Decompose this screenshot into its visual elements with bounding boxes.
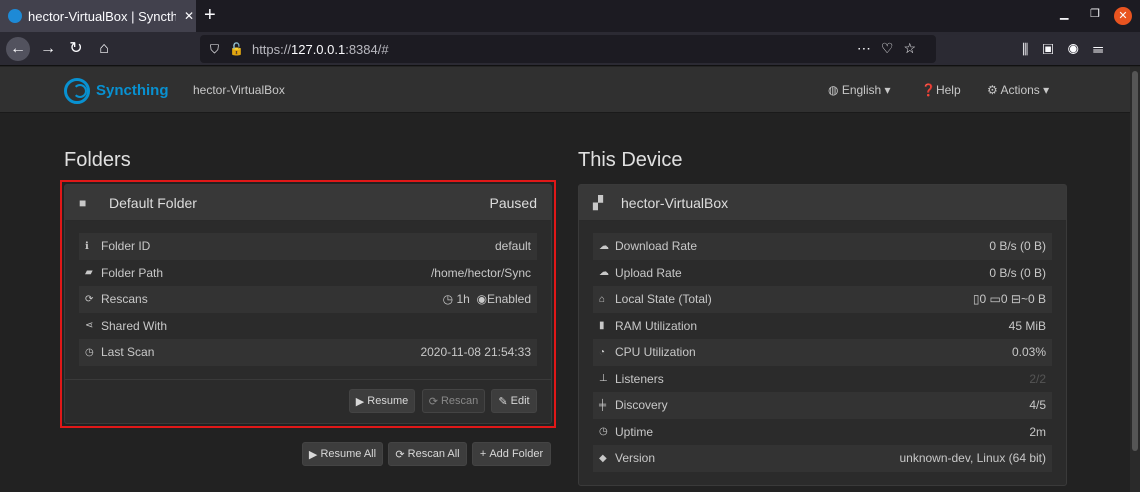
device-details: ☁ Download Rate 0 B/s (0 B) ☁ Upload Rat… <box>579 221 1066 472</box>
navbar-device-name: hector-VirtualBox <box>193 83 285 97</box>
help-menu[interactable]: ❓Help <box>921 83 961 97</box>
language-menu[interactable]: ◍ English ▾ <box>828 83 891 97</box>
back-icon[interactable]: ← <box>6 37 30 61</box>
tab-title: hector-VirtualBox | Syncthing <box>28 8 176 24</box>
sitemap-icon: ⊥ <box>599 373 608 385</box>
scrollbar-thumb[interactable] <box>1132 71 1138 451</box>
new-tab-button[interactable]: + <box>204 4 224 26</box>
folder-outline-icon: ▭ <box>989 292 1001 307</box>
tab-close-icon[interactable]: ✕ <box>184 9 194 23</box>
tag-icon: ◆ <box>599 452 607 464</box>
signpost-icon: ╪ <box>599 399 607 411</box>
url-text[interactable]: https://127.0.0.1:8384/# <box>252 42 389 57</box>
device-name: hector-VirtualBox <box>621 194 729 211</box>
folders-heading: Folders <box>64 149 131 171</box>
listeners-row: ⊥ Listeners 2/2 <box>599 371 1046 386</box>
resume-all-button[interactable]: ▶ Resume All <box>302 442 383 466</box>
memory-icon: ▮ <box>599 320 605 332</box>
reload-icon[interactable]: ↻ <box>64 37 88 61</box>
browser-tab[interactable]: hector-VirtualBox | Syncthing ✕ <box>0 0 196 32</box>
device-panel-header[interactable]: ▞ hector-VirtualBox <box>579 185 1066 221</box>
device-panel: ▞ hector-VirtualBox ☁ Download Rate 0 B/… <box>578 184 1067 486</box>
syncthing-brand[interactable]: Syncthing <box>96 82 169 99</box>
clock-icon: ◷ <box>599 426 608 438</box>
file-icon: ▯ <box>972 292 980 307</box>
forward-icon[interactable]: → <box>36 37 60 61</box>
uptime-row: ◷ Uptime 2m <box>599 424 1046 439</box>
ram-row: ▮ RAM Utilization 45 MiB <box>599 318 1046 333</box>
syncthing-favicon-icon <box>8 9 22 23</box>
local-state-row: ⌂ Local State (Total) ▯0 ▭0 ⊟~0 B <box>593 286 1052 313</box>
syncthing-page: Syncthing hector-VirtualBox ◍ English ▾ … <box>0 67 1130 492</box>
syncthing-navbar: Syncthing hector-VirtualBox ◍ English ▾ … <box>0 67 1130 113</box>
upload-rate-row: ☁ Upload Rate 0 B/s (0 B) <box>599 265 1046 280</box>
minimize-icon[interactable]: ▁ <box>1060 7 1068 20</box>
syncthing-logo-icon[interactable] <box>64 78 90 104</box>
device-identicon-icon: ▞ <box>593 194 603 210</box>
insecure-lock-icon[interactable]: 🔓 <box>229 42 244 56</box>
home-icon: ⌂ <box>599 293 606 305</box>
hdd-icon: ⊟ <box>1010 292 1021 307</box>
red-highlight-box <box>60 180 556 428</box>
url-bar[interactable]: ⛉ 🔓 https://127.0.0.1:8384/# ⋯♡☆ <box>200 35 936 63</box>
tachometer-icon: ◔ <box>599 346 606 358</box>
cloud-upload-icon: ☁ <box>599 267 609 279</box>
browser-tabstrip: hector-VirtualBox | Syncthing ✕ + ▁ ❐ ✕ <box>0 0 1140 32</box>
rescan-all-button[interactable]: ⟳ Rescan All <box>388 442 467 466</box>
browser-toolbar-icons[interactable]: ⫼▣◉☰ <box>1022 41 1117 58</box>
url-actions[interactable]: ⋯♡☆ <box>857 40 926 57</box>
browser-navbar: ← → ↻ ⌂ ⛉ 🔓 https://127.0.0.1:8384/# ⋯♡☆… <box>0 32 1140 66</box>
actions-menu[interactable]: ⚙ Actions ▾ <box>987 83 1049 97</box>
cpu-row: ◔ CPU Utilization 0.03% <box>593 339 1052 366</box>
version-row: ◆ Version unknown-dev, Linux (64 bit) <box>593 445 1052 472</box>
maximize-icon[interactable]: ❐ <box>1090 7 1100 20</box>
page-scrollbar[interactable] <box>1130 67 1140 492</box>
home-icon[interactable]: ⌂ <box>92 37 116 61</box>
tracking-shield-icon[interactable]: ⛉ <box>210 42 219 57</box>
close-window-icon[interactable]: ✕ <box>1114 7 1132 25</box>
download-rate-row: ☁ Download Rate 0 B/s (0 B) <box>593 233 1052 260</box>
this-device-heading: This Device <box>578 149 683 171</box>
add-folder-button[interactable]: + Add Folder <box>472 442 551 466</box>
cloud-download-icon: ☁ <box>599 240 609 252</box>
discovery-row: ╪ Discovery 4/5 <box>593 392 1052 419</box>
